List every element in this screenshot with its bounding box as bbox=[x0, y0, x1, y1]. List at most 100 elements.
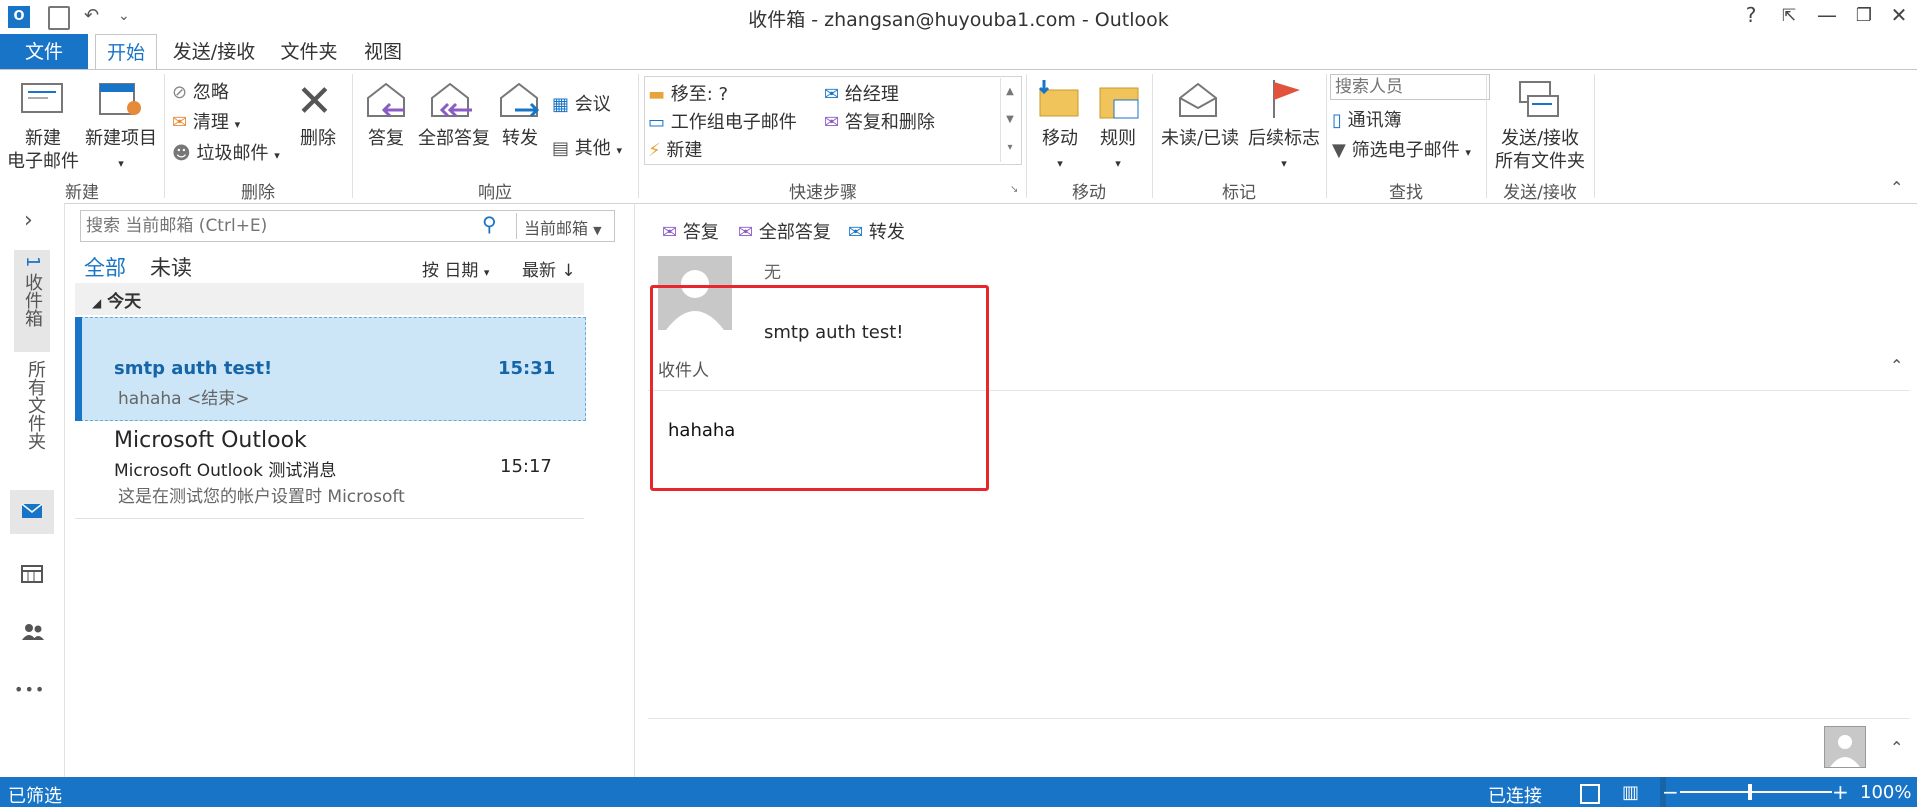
minimize-button[interactable]: — bbox=[1810, 3, 1844, 27]
junk-button[interactable]: ☻ 垃圾邮件 ▾ bbox=[172, 139, 280, 165]
more-apps-icon[interactable]: ••• bbox=[14, 680, 45, 699]
group-label-quicksteps: 快速步骤 bbox=[789, 183, 857, 203]
quickstep-to-manager[interactable]: ✉ 给经理 bbox=[824, 80, 899, 106]
cleanup-button[interactable]: ✉ 清理 ▾ bbox=[172, 108, 240, 134]
address-book-icon: ▯ bbox=[1332, 110, 1342, 131]
followup-button[interactable]: 后续标志 ▾ bbox=[1242, 127, 1326, 175]
expand-people-pane-icon[interactable]: ⌃ bbox=[1890, 738, 1903, 757]
more-respond-dropdown-icon: ▾ bbox=[616, 144, 623, 157]
dialog-launcher-icon[interactable]: ↘ bbox=[1010, 184, 1018, 195]
tab-home[interactable]: 开始 bbox=[95, 34, 157, 71]
tab-folder[interactable]: 文件夹 bbox=[276, 34, 342, 70]
ribbon-display-options-button[interactable]: ⇱ bbox=[1772, 6, 1806, 26]
rules-button[interactable]: 规则 ▾ bbox=[1090, 127, 1146, 175]
new-items-label[interactable]: 新建项目 ▾ bbox=[80, 127, 162, 175]
people-icon[interactable] bbox=[20, 622, 46, 647]
pane-divider[interactable] bbox=[634, 203, 635, 777]
expand-folder-pane-icon[interactable]: › bbox=[24, 208, 33, 233]
new-items-icon bbox=[99, 83, 141, 115]
filter-unread[interactable]: 未读 bbox=[150, 252, 192, 282]
new-items-dropdown-icon: ▾ bbox=[118, 157, 124, 170]
address-book-label: 通讯簿 bbox=[1347, 110, 1402, 131]
search-scope-label: 当前邮箱 bbox=[524, 219, 589, 238]
quickstep-reply-delete[interactable]: ✉ 答复和删除 bbox=[824, 108, 935, 134]
zoom-slider-thumb[interactable] bbox=[1748, 784, 1752, 800]
new-email-label[interactable]: 新建 电子邮件 bbox=[0, 127, 86, 173]
quickstep-team-email[interactable]: ▭ 工作组电子邮件 bbox=[648, 108, 797, 134]
send-receive-label-line2: 所有文件夹 bbox=[1495, 151, 1585, 172]
search-scope-dropdown[interactable]: 当前邮箱 ▼ bbox=[524, 215, 602, 239]
sort-order[interactable]: 最新 ↓ bbox=[522, 256, 576, 281]
tab-view[interactable]: 视图 bbox=[358, 34, 408, 70]
tab-send-receive[interactable]: 发送/接收 bbox=[168, 34, 260, 70]
quicksteps-scroll[interactable]: ▲ ▼ ▾ bbox=[1000, 78, 1019, 162]
zoom-in-button[interactable]: + bbox=[1832, 780, 1849, 804]
new-items-button[interactable] bbox=[98, 80, 144, 127]
message-time: 15:31 bbox=[498, 358, 556, 379]
scope-dropdown-icon: ▼ bbox=[593, 224, 602, 237]
sort-by-date[interactable]: 按 日期 ▾ bbox=[422, 256, 489, 281]
move-dropdown-icon: ▾ bbox=[1057, 157, 1063, 170]
status-connected: 已连接 bbox=[1488, 786, 1542, 807]
rules-icon bbox=[1096, 80, 1142, 127]
sort-arrow-icon: ↓ bbox=[561, 261, 576, 281]
tab-file[interactable]: 文件 bbox=[0, 34, 88, 70]
delete-button[interactable]: 删除 bbox=[290, 127, 346, 150]
move-button[interactable]: 移动 ▾ bbox=[1032, 127, 1088, 175]
junk-icon: ☻ bbox=[172, 143, 191, 164]
search-icon[interactable]: ⚲ bbox=[482, 212, 497, 236]
filter-email-button[interactable]: ▼ 筛选电子邮件 ▾ bbox=[1332, 136, 1471, 162]
collapse-group-icon: ◢ bbox=[92, 296, 102, 310]
ignore-label: 忽略 bbox=[192, 82, 229, 103]
help-button[interactable]: ? bbox=[1734, 3, 1768, 27]
reply-all-icon: ✉ bbox=[738, 222, 754, 243]
unread-read-button[interactable]: 未读/已读 bbox=[1158, 127, 1242, 150]
group-label-new: 新建 bbox=[65, 183, 99, 203]
quickstep-new[interactable]: ⚡ 新建 bbox=[648, 136, 702, 162]
zoom-slider-track[interactable] bbox=[1680, 791, 1832, 793]
send-receive-label-line1: 发送/接收 bbox=[1500, 128, 1580, 149]
search-people-input[interactable] bbox=[1330, 74, 1490, 100]
reply-button[interactable]: 答复 bbox=[358, 127, 414, 150]
meeting-button[interactable]: ▦ 会议 bbox=[552, 90, 611, 116]
calendar-icon[interactable] bbox=[20, 564, 44, 589]
ignore-button[interactable]: ⊘ 忽略 bbox=[172, 78, 229, 104]
delete-icon[interactable]: ✕ bbox=[296, 80, 333, 124]
folder-move-icon: ▬ bbox=[648, 84, 666, 105]
inbox-nav-button[interactable]: 1 收件箱 bbox=[14, 250, 50, 352]
maximize-button[interactable]: ❐ bbox=[1847, 5, 1881, 26]
lightning-icon: ⚡ bbox=[648, 140, 661, 161]
unread-read-icon bbox=[1176, 80, 1222, 127]
filter-email-label: 筛选电子邮件 bbox=[1351, 140, 1460, 161]
followup-dropdown-icon: ▾ bbox=[1281, 157, 1287, 170]
sort-dropdown-icon: ▾ bbox=[483, 266, 490, 279]
reading-reply-button[interactable]: ✉ 答复 bbox=[662, 218, 719, 244]
forward-icon: ✉ bbox=[848, 222, 864, 243]
quickstep-move-to[interactable]: ▬ 移至: ? bbox=[648, 80, 728, 106]
search-input[interactable] bbox=[84, 212, 478, 240]
close-button[interactable]: ✕ bbox=[1882, 3, 1916, 27]
zoom-out-button[interactable]: − bbox=[1662, 780, 1679, 804]
mail-nav-button[interactable] bbox=[10, 490, 54, 534]
reading-view-icon[interactable]: ▥ bbox=[1622, 782, 1639, 803]
collapse-ribbon-icon[interactable]: ⌃ bbox=[1890, 178, 1903, 197]
reply-all-button[interactable]: 全部答复 bbox=[414, 127, 494, 150]
forward-button[interactable]: 转发 bbox=[494, 127, 546, 150]
collapse-header-icon[interactable]: ⌃ bbox=[1890, 356, 1903, 375]
new-email-button[interactable] bbox=[18, 80, 68, 125]
mail-icon bbox=[21, 503, 43, 518]
more-respond-button[interactable]: ▤ 其他 ▾ bbox=[552, 134, 622, 160]
address-book-button[interactable]: ▯ 通讯簿 bbox=[1332, 106, 1402, 132]
people-pane-avatar[interactable] bbox=[1824, 726, 1866, 768]
reading-forward-button[interactable]: ✉ 转发 bbox=[848, 218, 905, 244]
all-folders-nav[interactable]: 所有文件夹 bbox=[22, 360, 48, 450]
junk-dropdown-icon: ▾ bbox=[274, 149, 280, 162]
message-subject: smtp auth test! bbox=[114, 358, 273, 379]
send-receive-all-button[interactable]: 发送/接收 所有文件夹 bbox=[1490, 127, 1590, 173]
filter-all[interactable]: 全部 bbox=[84, 252, 126, 282]
normal-view-icon[interactable] bbox=[1580, 784, 1600, 804]
reading-reply-all-button[interactable]: ✉ 全部答复 bbox=[738, 218, 831, 244]
reply-icon bbox=[364, 80, 410, 127]
zoom-level[interactable]: 100% bbox=[1860, 782, 1911, 803]
group-header-today[interactable] bbox=[75, 283, 584, 315]
